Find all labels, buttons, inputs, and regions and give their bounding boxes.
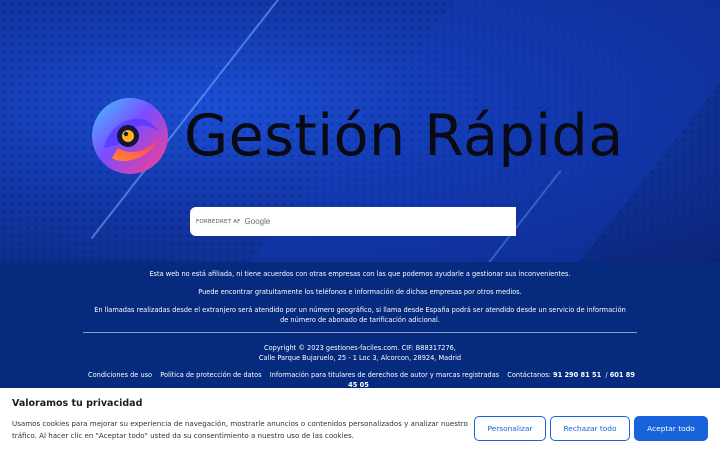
free-info-text: Puede encontrar gratuitamente los teléfo…	[198, 288, 522, 296]
copyright-text: Copyright © 2023 gestiones-faciles.com. …	[264, 344, 456, 352]
cookie-title: Valoramos tu privacidad	[12, 398, 143, 409]
logo-icon	[92, 98, 168, 174]
hero-section: Gestión Rápida FORBEDRET AF Google	[0, 0, 720, 262]
terms-link[interactable]: Condiciones de uso	[88, 371, 152, 379]
copyright-info-link[interactable]: Información para titulares de derechos d…	[270, 371, 499, 379]
disclaimer-text: Esta web no está afiliada, ni tiene acue…	[149, 270, 571, 278]
phone-separator: /	[605, 371, 608, 379]
search-input[interactable]	[260, 210, 510, 232]
cookie-banner: Valoramos tu privacidad Usamos cookies p…	[0, 388, 720, 450]
contact-label: Contáctanos:	[507, 371, 551, 379]
site-title: Gestión Rápida	[184, 102, 624, 169]
cookie-text: Usamos cookies para mejorar su experienc…	[12, 419, 468, 440]
accept-all-button[interactable]: Aceptar todo	[634, 416, 708, 441]
foreign-calls-text: En llamadas realizadas desde el extranje…	[94, 306, 626, 324]
search-brand-prefix: FORBEDRET AF	[196, 218, 241, 225]
site-logo[interactable]: Gestión Rápida	[90, 94, 624, 178]
footer-divider	[83, 332, 637, 333]
address-text: Calle Parque Bujaruelo, 25 - 1 Loc 3, Al…	[258, 354, 462, 362]
google-search-box[interactable]: FORBEDRET AF Google	[190, 207, 516, 236]
customize-button[interactable]: Personalizar	[474, 416, 546, 441]
footer-links: Condiciones de uso Política de protecció…	[80, 370, 640, 390]
phone-1: 91 290 81 51	[552, 371, 602, 379]
privacy-link[interactable]: Política de protección de datos	[160, 371, 261, 379]
reject-all-button[interactable]: Rechazar todo	[550, 416, 630, 441]
company-info: Copyright © 2023 gestiones-faciles.com. …	[0, 343, 720, 363]
footer-info: Esta web no está afiliada, ni tiene acue…	[0, 262, 720, 392]
